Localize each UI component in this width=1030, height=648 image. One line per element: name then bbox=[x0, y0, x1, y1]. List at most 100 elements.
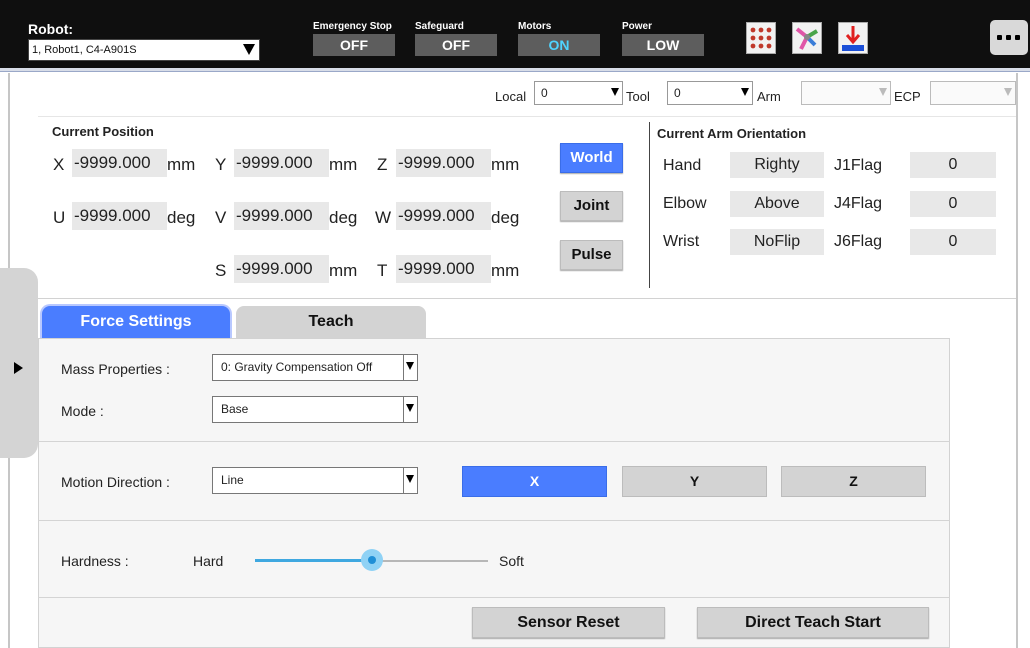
select-divider bbox=[403, 468, 404, 493]
local-label: Local bbox=[495, 89, 527, 104]
more-button[interactable] bbox=[990, 20, 1028, 55]
side-panel-toggle[interactable] bbox=[0, 268, 38, 458]
hardness-slider-fill bbox=[255, 559, 372, 562]
soft-label: Soft bbox=[499, 553, 524, 569]
mass-properties-value: 0: Gravity Compensation Off bbox=[221, 360, 373, 374]
axis-value-u: -9999.000 bbox=[72, 202, 167, 230]
top-bar: Robot: 1, Robot1, C4-A901S Emergency Sto… bbox=[0, 0, 1030, 72]
axis-label-u: U bbox=[53, 208, 66, 227]
hardness-label: Hardness : bbox=[61, 553, 129, 569]
axis-label-z: Z bbox=[377, 155, 388, 174]
axis-label-t: T bbox=[377, 261, 388, 280]
io-grid-icon bbox=[750, 27, 772, 49]
axis-unit-x: mm bbox=[167, 155, 196, 174]
local-select[interactable]: 0 bbox=[534, 81, 623, 105]
chevron-down-icon bbox=[611, 88, 619, 96]
tab-teach[interactable]: Teach bbox=[236, 306, 426, 338]
joint-button[interactable]: Joint bbox=[560, 191, 623, 221]
section-divider bbox=[38, 597, 950, 598]
frame-border bbox=[1016, 73, 1018, 648]
motion-direction-label: Motion Direction : bbox=[61, 474, 170, 490]
elbow-label: Elbow bbox=[663, 195, 707, 212]
select-divider bbox=[403, 355, 404, 380]
io-grid-button[interactable] bbox=[746, 22, 776, 54]
j4flag-label: J4Flag bbox=[834, 195, 883, 212]
j6flag-label: J6Flag bbox=[834, 233, 883, 250]
axis-value-v: -9999.000 bbox=[234, 202, 329, 230]
status-motors: Motors ON bbox=[518, 21, 600, 56]
download-button[interactable] bbox=[838, 22, 868, 54]
arm-label: Arm bbox=[757, 89, 781, 104]
pulse-button[interactable]: Pulse bbox=[560, 240, 623, 270]
direction-z-button[interactable]: Z bbox=[781, 466, 926, 497]
status-label: Power bbox=[622, 21, 653, 32]
chevron-down-icon bbox=[1004, 88, 1012, 96]
mode-value: Base bbox=[221, 402, 249, 416]
top-bar-divider bbox=[0, 68, 1030, 72]
slider-thumb-core bbox=[367, 556, 376, 564]
status-power: Power LOW bbox=[622, 21, 704, 56]
axis-value-x: -9999.000 bbox=[72, 149, 167, 177]
arm-select[interactable] bbox=[801, 81, 891, 105]
tool-select[interactable]: 0 bbox=[667, 81, 753, 105]
robot-arm-button[interactable] bbox=[792, 22, 822, 54]
orientation-divider bbox=[649, 122, 650, 288]
hard-label: Hard bbox=[193, 553, 224, 569]
axis-label-w: W bbox=[375, 208, 392, 227]
hand-value: Righty bbox=[730, 152, 824, 178]
axis-unit-t: mm bbox=[491, 261, 520, 280]
j1flag-label: J1Flag bbox=[834, 157, 883, 174]
status-emergency-stop: Emergency Stop OFF bbox=[313, 21, 395, 56]
wrist-label: Wrist bbox=[663, 233, 700, 250]
j1flag-value: 0 bbox=[910, 152, 996, 178]
j6flag-value: 0 bbox=[910, 229, 996, 255]
chevron-down-icon bbox=[406, 362, 414, 370]
tab-force-settings[interactable]: Force Settings bbox=[42, 306, 230, 338]
arm-orientation-title: Current Arm Orientation bbox=[657, 126, 807, 141]
mode-label: Mode : bbox=[61, 403, 104, 419]
status-value: OFF bbox=[313, 34, 395, 56]
robot-label: Robot: bbox=[28, 21, 74, 37]
world-button[interactable]: World bbox=[560, 143, 623, 173]
axis-label-s: S bbox=[215, 261, 227, 280]
chevron-down-icon bbox=[879, 88, 887, 96]
section-divider bbox=[38, 441, 950, 442]
mass-properties-select[interactable]: 0: Gravity Compensation Off bbox=[212, 354, 418, 381]
direct-teach-start-button[interactable]: Direct Teach Start bbox=[697, 607, 929, 638]
status-safeguard: Safeguard OFF bbox=[415, 21, 497, 56]
axis-unit-s: mm bbox=[329, 261, 358, 280]
axis-unit-u: deg bbox=[167, 208, 196, 227]
select-divider bbox=[403, 397, 404, 422]
chevron-down-icon bbox=[243, 44, 255, 55]
download-arrow-icon bbox=[842, 26, 864, 51]
status-value: LOW bbox=[622, 34, 704, 56]
direction-y-button[interactable]: Y bbox=[622, 466, 767, 497]
motion-direction-select[interactable]: Line bbox=[212, 467, 418, 494]
status-label: Motors bbox=[518, 21, 552, 32]
expand-arrow-icon bbox=[14, 362, 23, 374]
local-value: 0 bbox=[541, 86, 548, 100]
current-position-title: Current Position bbox=[52, 124, 154, 139]
motion-direction-value: Line bbox=[221, 473, 244, 487]
axis-value-z: -9999.000 bbox=[396, 149, 491, 177]
status-value: OFF bbox=[415, 34, 497, 56]
chevron-down-icon bbox=[741, 88, 749, 96]
j4flag-value: 0 bbox=[910, 191, 996, 217]
sensor-reset-button[interactable]: Sensor Reset bbox=[472, 607, 665, 638]
direction-x-button[interactable]: X bbox=[462, 466, 607, 497]
robot-arm-icon bbox=[795, 27, 819, 50]
mass-properties-label: Mass Properties : bbox=[61, 361, 170, 377]
wrist-value: NoFlip bbox=[730, 229, 824, 255]
chevron-down-icon bbox=[406, 404, 414, 412]
axis-value-y: -9999.000 bbox=[234, 149, 329, 177]
axis-unit-z: mm bbox=[491, 155, 520, 174]
robot-select-value: 1, Robot1, C4-A901S bbox=[32, 44, 137, 56]
mode-select[interactable]: Base bbox=[212, 396, 418, 423]
hardness-slider-thumb[interactable] bbox=[360, 549, 383, 571]
ecp-select[interactable] bbox=[930, 81, 1016, 105]
status-label: Emergency Stop bbox=[313, 21, 392, 32]
section-divider bbox=[38, 520, 950, 521]
axis-label-x: X bbox=[53, 155, 65, 174]
axis-value-w: -9999.000 bbox=[396, 202, 491, 230]
robot-select[interactable]: 1, Robot1, C4-A901S bbox=[28, 39, 260, 61]
